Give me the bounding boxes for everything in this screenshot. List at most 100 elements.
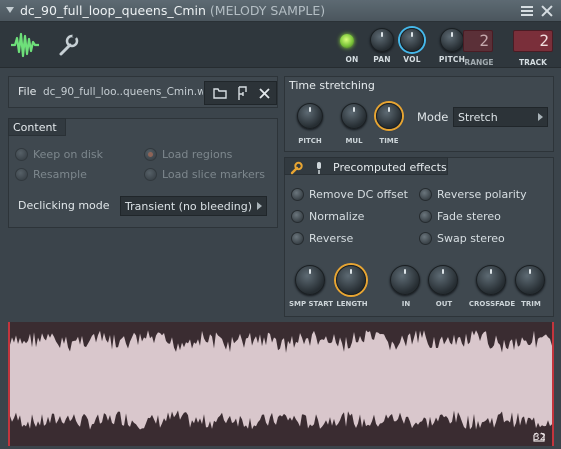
smp-start-knob-group: SMP START [289,265,333,308]
resample-radio[interactable] [15,168,28,181]
pan-knob[interactable] [370,28,394,52]
folder-icon[interactable] [213,87,227,99]
load-slice-markers-label: Load slice markers [162,168,266,181]
smp-start-knob[interactable] [295,265,325,295]
channel-header: ON PAN VOL PITCH 2 RANGE 2 TRACK [0,22,561,68]
wrench-icon [59,33,79,56]
title-bar: dc_90_full_loop_queens_Cmin (MELODY SAMPL… [0,0,561,22]
crossfade-knob-group: CROSSFADE [469,265,515,308]
remove-dc-offset-label: Remove DC offset [309,188,408,201]
window-menu-arrow-icon[interactable] [6,7,14,13]
tab-sample-settings[interactable] [6,26,44,64]
stretch-mode-value: Stretch [458,111,498,124]
file-buttons [204,81,277,105]
volume-knob[interactable] [400,28,424,52]
keep-on-disk-radio[interactable] [15,148,28,161]
waveform-tab-icon [11,32,39,58]
length-label: LENGTH [336,300,368,308]
remove-dc-offset-option[interactable]: Remove DC offset [291,188,408,201]
file-panel: File dc_90_full_loo..queens_Cmin.wav [8,76,278,108]
load-slice-markers-option[interactable]: Load slice markers [144,168,265,181]
reverse-polarity-option[interactable]: Reverse polarity [419,188,527,201]
microphone-icon[interactable] [314,161,324,175]
pan-knob-group: PAN [370,28,394,64]
trim-knob-group: TRIM [515,265,545,308]
content-title: Content [13,121,57,134]
load-regions-radio[interactable] [144,148,157,161]
fade-out-knob[interactable] [428,265,458,295]
resample-label: Resample [33,168,87,181]
stretch-mul-knob[interactable] [341,103,367,129]
waveform-graph [10,330,552,430]
locate-file-icon[interactable] [237,86,249,101]
normalize-radio[interactable] [291,210,304,223]
content-panel: Content Keep on disk Load regions Resamp… [8,118,278,228]
window-title-text: dc_90_full_loop_queens_Cmin [20,3,206,18]
time-stretching-title: Time stretching [289,79,375,92]
chevron-right-icon [257,202,262,210]
hamburger-menu-icon[interactable] [519,3,535,19]
stretch-time-label: TIME [379,137,399,145]
on-toggle[interactable]: ON [340,28,358,64]
load-regions-label: Load regions [162,148,233,161]
stretch-pitch-knob[interactable] [297,103,323,129]
stretch-pitch-label: PITCH [298,137,322,145]
length-knob-group: LENGTH [336,265,368,308]
normalize-option[interactable]: Normalize [291,210,364,223]
keep-on-disk-option[interactable]: Keep on disk [15,148,103,161]
range-label: RANGE [464,58,494,67]
out-knob-group: OUT [428,265,458,308]
chevron-right-icon [538,113,543,121]
in-knob-group: IN [390,265,420,308]
swap-stereo-option[interactable]: Swap stereo [419,232,505,245]
swap-stereo-radio[interactable] [419,232,432,245]
fade-in-knob[interactable] [390,265,420,295]
reverse-polarity-radio[interactable] [419,188,432,201]
fade-stereo-option[interactable]: Fade stereo [419,210,501,223]
file-label: File [18,85,37,98]
normalize-label: Normalize [309,210,365,223]
window-title: dc_90_full_loop_queens_Cmin (MELODY SAMPL… [20,3,325,18]
precomputed-title: Precomputed effects [333,161,447,174]
keep-on-disk-label: Keep on disk [33,148,104,161]
declicking-mode-select[interactable]: Transient (no bleeding) [120,196,267,216]
pitch-range-counter[interactable]: 2 [463,30,493,52]
waveform-shape [10,330,552,430]
resample-option[interactable]: Resample [15,168,87,181]
window-subtitle: (MELODY SAMPLE) [209,3,326,18]
waveform-display[interactable]: 32 [8,322,554,446]
track-counter[interactable]: 2 [513,30,553,52]
reverse-radio[interactable] [291,232,304,245]
swap-stereo-label: Swap stereo [437,232,505,245]
trim-knob[interactable] [515,265,545,295]
load-slice-markers-radio[interactable] [144,168,157,181]
stretch-time-knob[interactable] [376,103,402,129]
fade-stereo-radio[interactable] [419,210,432,223]
wrench-icon[interactable] [289,161,303,175]
close-icon[interactable] [539,3,555,19]
file-name: dc_90_full_loo..queens_Cmin.wav [43,86,203,98]
reverse-label: Reverse [309,232,354,245]
vol-knob-group: VOL [400,28,424,64]
zoom-box-icon[interactable] [533,432,545,442]
crossfade-knob[interactable] [476,265,506,295]
reverse-option[interactable]: Reverse [291,232,353,245]
stretch-mul-label: MUL [345,137,363,145]
stretch-mode-select[interactable]: Stretch [453,107,548,127]
reverse-polarity-label: Reverse polarity [437,188,527,201]
pitch-knob[interactable] [440,28,464,52]
length-knob[interactable] [336,265,366,295]
declicking-mode-value: Transient (no bleeding) [125,200,253,213]
clear-file-icon[interactable] [259,88,270,99]
trim-label: TRIM [521,300,541,308]
vol-label: VOL [403,55,421,64]
load-regions-option[interactable]: Load regions [144,148,232,161]
mode-label: Mode [417,110,449,124]
on-led[interactable] [340,34,354,48]
remove-dc-offset-radio[interactable] [291,188,304,201]
declicking-label: Declicking mode [18,199,110,212]
tab-envelope[interactable] [48,26,86,64]
time-stretching-panel: Time stretching PITCH MUL TIME Mode Stre… [284,76,554,152]
pitch-knob-group: PITCH [439,28,465,64]
track-label: TRACK [518,58,547,67]
